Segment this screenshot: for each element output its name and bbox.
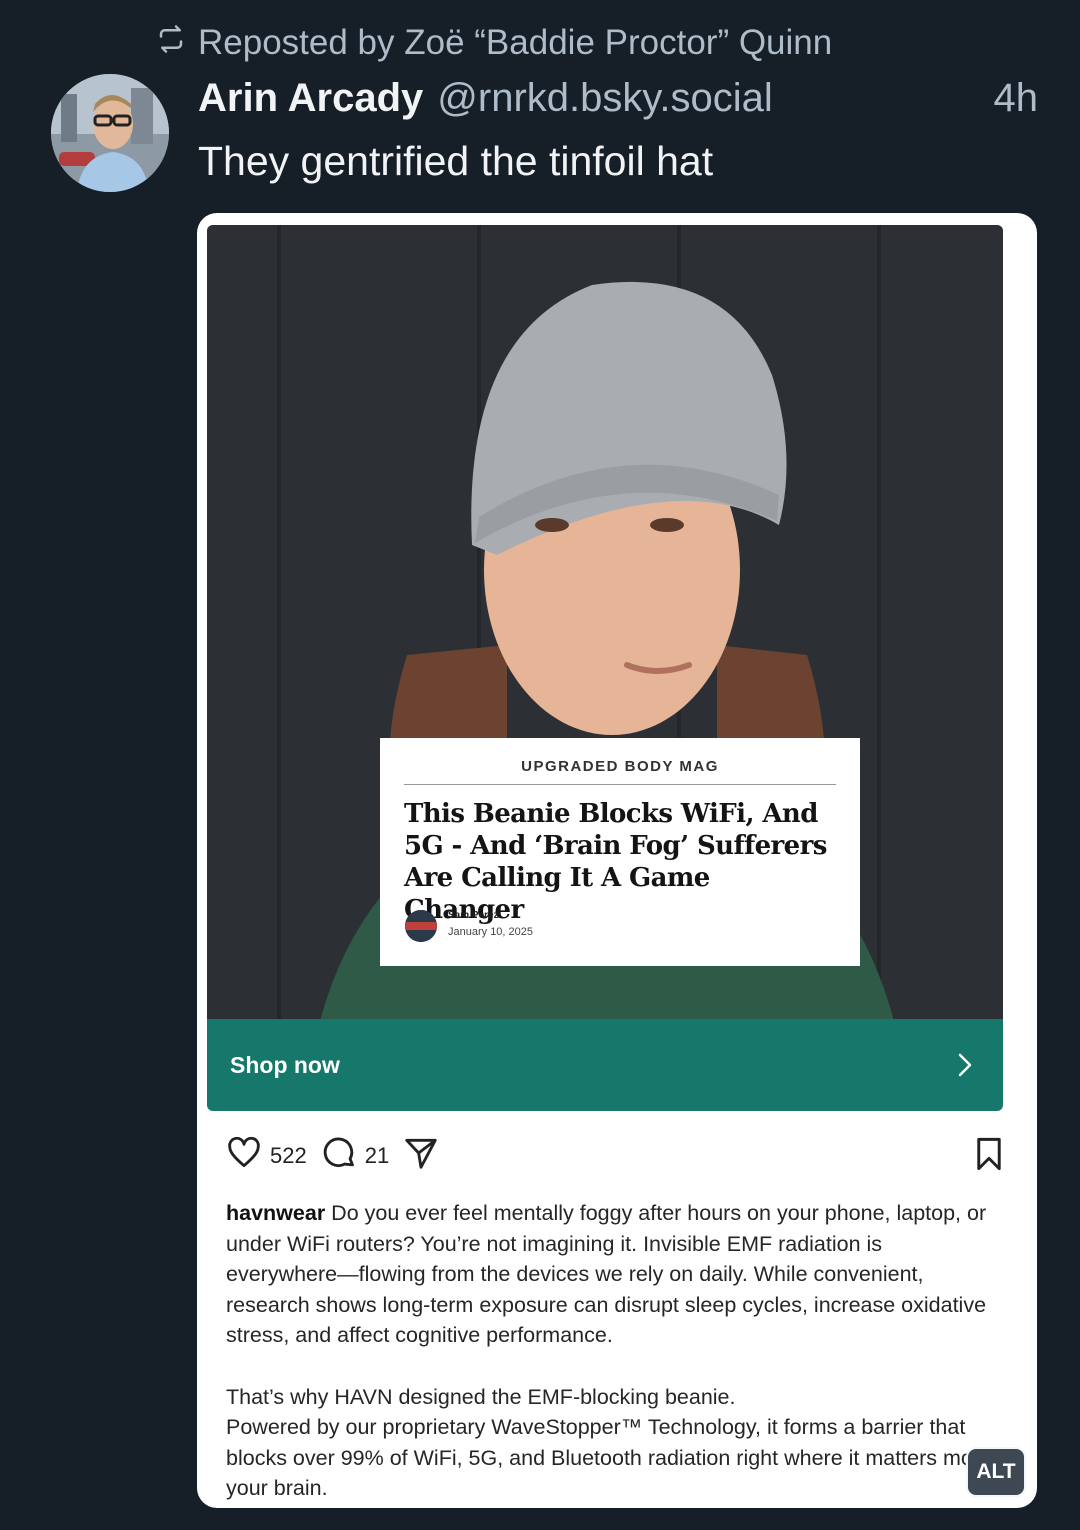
author-handle[interactable]: @rnrkd.bsky.social [437,76,773,121]
caption-paragraph-3: Powered by our proprietary WaveStopper™ … [226,1415,996,1501]
ad-photo: UPGRADED BODY MAG This Beanie Blocks WiF… [207,225,1003,1033]
post-header: Arin Arcady @rnrkd.bsky.social 4h [198,76,1038,126]
article-headline: This Beanie Blocks WiFi, And 5G - And ‘B… [404,799,827,925]
heart-icon [225,1134,263,1178]
post-text: They gentrified the tinfoil hat [198,138,714,184]
author-avatar[interactable] [51,74,169,192]
bookmark-icon [971,1137,1007,1177]
chevron-right-icon [958,1053,972,1077]
bookmark-action [971,1135,1007,1178]
share-icon [402,1134,440,1178]
author-name[interactable]: Arin Arcady [198,76,423,121]
repost-icon [156,23,186,63]
shop-now-button[interactable]: Shop now [207,1019,1003,1111]
alt-text-button[interactable]: ALT [966,1447,1026,1497]
post-timestamp[interactable]: 4h [994,76,1039,121]
like-count: 522 [270,1143,307,1168]
article-divider [404,784,836,785]
repost-indicator[interactable]: Reposted by Zoë “Baddie Proctor” Quinn [156,22,832,64]
comment-action: 21 [320,1134,389,1178]
caption-username: havnwear [226,1201,326,1225]
like-action: 522 [225,1134,307,1178]
repost-label: Reposted by Zoë “Baddie Proctor” Quinn [198,23,833,62]
article-date: January 10, 2025 [448,926,534,938]
caption-paragraph-1: Do you ever feel mentally foggy after ho… [226,1201,987,1348]
article-author: Sam Perez [448,910,499,921]
image-embed[interactable]: UPGRADED BODY MAG This Beanie Blocks WiF… [197,213,1037,1508]
article-preview: UPGRADED BODY MAG This Beanie Blocks WiF… [380,738,860,966]
article-author-avatar [405,910,437,942]
comment-icon [320,1134,358,1178]
shop-now-label: Shop now [230,1051,340,1078]
comment-count: 21 [364,1143,390,1168]
article-source: UPGRADED BODY MAG [521,758,719,775]
share-action [402,1134,440,1178]
caption-paragraph-2: That’s why HAVN designed the EMF-blockin… [226,1384,736,1409]
ad-action-bar: 522 21 [225,1134,1007,1178]
ad-caption: havnwear Do you ever feel mentally foggy… [226,1198,996,1504]
